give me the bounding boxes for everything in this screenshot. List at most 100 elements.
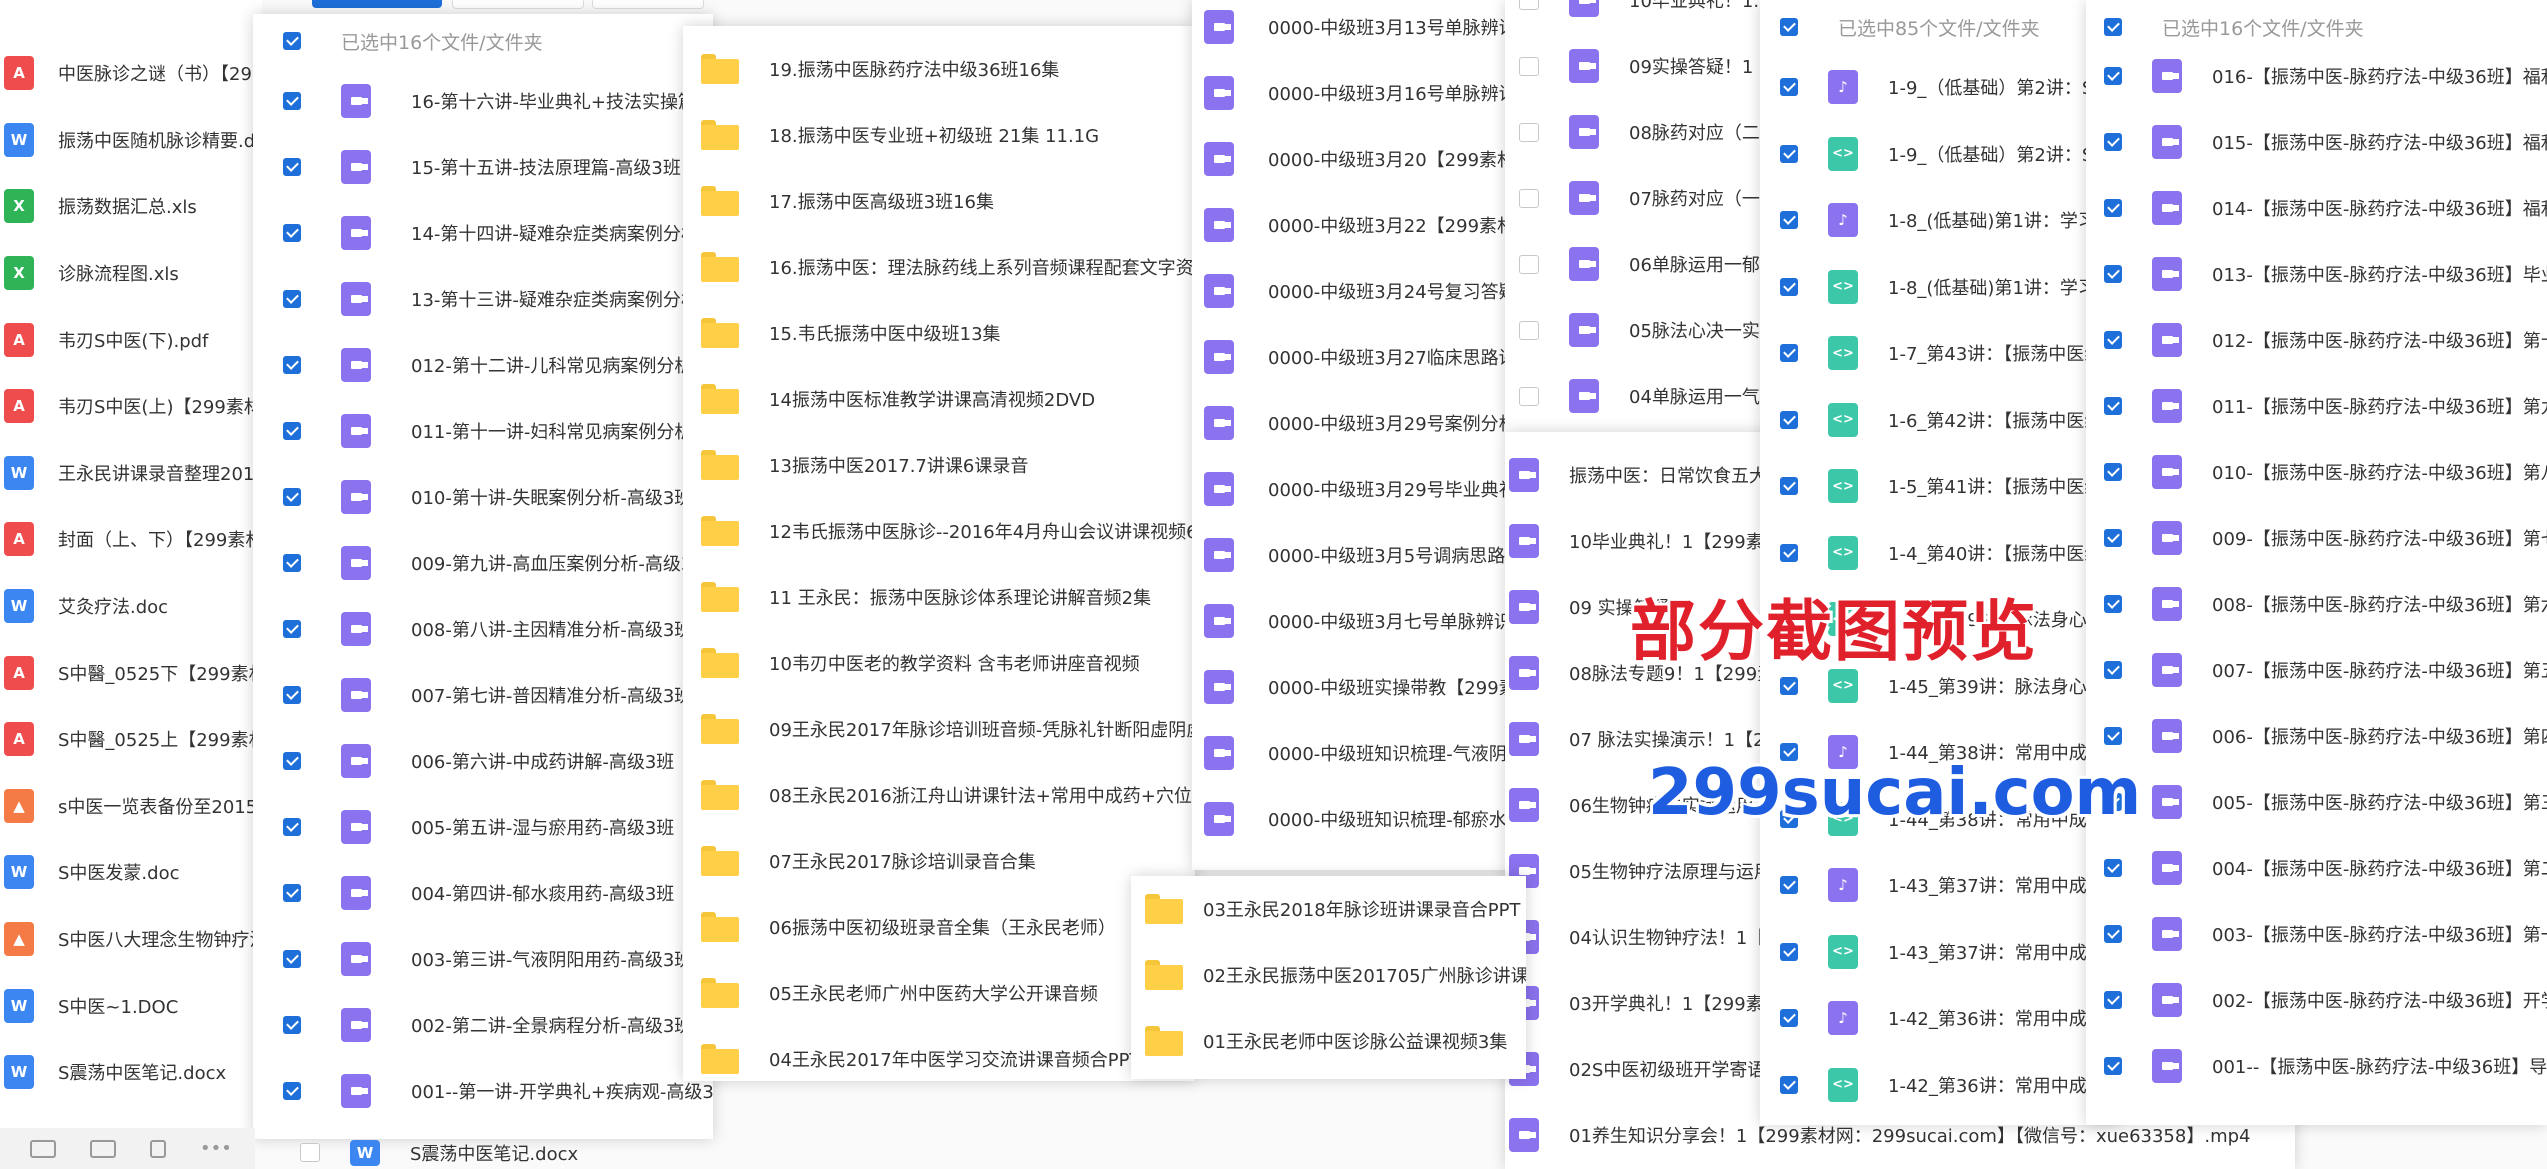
- list-item[interactable]: 07脉药对应（一）: [1505, 165, 1775, 231]
- list-item[interactable]: 07王永民2017脉诊培训录音合集: [683, 828, 1195, 894]
- row-checkbox[interactable]: [1780, 543, 1798, 562]
- list-item[interactable]: 15-第十五讲-技法原理篇-高级3班【299素材网】: [253, 134, 713, 200]
- list-item[interactable]: 11 王永民：振荡中医脉诊体系理论讲解音频2集: [683, 564, 1195, 630]
- row-checkbox[interactable]: [2104, 529, 2122, 547]
- row-checkbox[interactable]: [1780, 1009, 1798, 1028]
- toolbar-button[interactable]: [592, 0, 704, 9]
- row-checkbox[interactable]: [283, 290, 301, 308]
- list-item[interactable]: 006-【振荡中医-脉药疗法-中级36班】第四讲: [2086, 703, 2547, 769]
- row-checkbox[interactable]: [283, 224, 301, 242]
- list-item[interactable]: 014-【振荡中医-脉药疗法-中级36班】福利课: [2086, 175, 2547, 241]
- list-item[interactable]: A 韦刃S中医(下).pdf: [0, 306, 262, 373]
- list-item[interactable]: 02王永民振荡中医201705广州脉诊讲课: [1131, 942, 1526, 1008]
- list-item[interactable]: <>1-6_第42讲：【振荡中医线上课】: [1760, 387, 2120, 454]
- row-checkbox[interactable]: [283, 818, 301, 836]
- image-icon[interactable]: [90, 1139, 116, 1158]
- list-item[interactable]: 18.振荡中医专业班+初级班 21集 11.1G: [683, 102, 1195, 168]
- list-item[interactable]: 002-【振荡中医-脉药疗法-中级36班】开学典礼: [2086, 967, 2547, 1033]
- list-item[interactable]: 0000-中级班3月24号复习答疑【: [1192, 258, 1532, 324]
- list-item[interactable]: 007-【振荡中医-脉药疗法-中级36班】第五讲: [2086, 637, 2547, 703]
- list-item[interactable]: 003-【振荡中医-脉药疗法-中级36班】第一讲: [2086, 901, 2547, 967]
- row-checkbox[interactable]: [1780, 78, 1798, 97]
- list-item[interactable]: 016-【振荡中医-脉药疗法-中级36班】福利课: [2086, 43, 2547, 109]
- list-item[interactable]: <>1-4_第40讲：【振荡中医线上课】: [1760, 520, 2120, 587]
- list-item[interactable]: 13振荡中医2017.7讲课6课录音: [683, 432, 1195, 498]
- list-item[interactable]: 011-第十一讲-妇科常见病案例分析-高级3班: [253, 398, 713, 464]
- list-item[interactable]: <>1-9_（低基础）第2讲：S振荡中医: [1760, 121, 2120, 188]
- row-checkbox[interactable]: [1780, 477, 1798, 496]
- list-item[interactable]: 003-第三讲-气液阴阳用药-高级3班【299素材网】: [253, 926, 713, 992]
- row-checkbox[interactable]: [283, 884, 301, 902]
- list-item[interactable]: 05脉法心决一实脉: [1505, 297, 1775, 363]
- list-item[interactable]: W 艾灸疗法.doc: [0, 573, 262, 640]
- row-checkbox[interactable]: [1780, 676, 1798, 695]
- list-item[interactable]: 14-第十四讲-疑难杂症类病案例分析二-高级3班: [253, 200, 713, 266]
- row-checkbox[interactable]: [2104, 859, 2122, 877]
- list-item[interactable]: 013-【振荡中医-脉药疗法-中级36班】毕业典礼: [2086, 241, 2547, 307]
- row-checkbox[interactable]: [283, 1082, 301, 1100]
- list-item[interactable]: 004-【振荡中医-脉药疗法-中级36班】第二讲: [2086, 835, 2547, 901]
- list-item[interactable]: 16-第十六讲-毕业典礼+技法实操篇-高级3班: [253, 68, 713, 134]
- list-item[interactable]: 010-第十讲-失眠案例分析-高级3班【299素材网】: [253, 464, 713, 530]
- list-item[interactable]: 006-第六讲-中成药讲解-高级3班【公众号】: [253, 728, 713, 794]
- list-item[interactable]: 06单脉运用一郁瘀: [1505, 231, 1775, 297]
- row-checkbox[interactable]: [1519, 0, 1539, 10]
- row-checkbox[interactable]: [283, 488, 301, 506]
- row-checkbox[interactable]: [1780, 942, 1798, 961]
- row-checkbox[interactable]: [2104, 925, 2122, 943]
- list-item[interactable]: A 封面（上、下）【299素材网】: [0, 506, 262, 573]
- list-item[interactable]: 0000-中级班3月29号案例分析【: [1192, 390, 1532, 456]
- list-item[interactable]: 08王永民2016浙江舟山讲课针法+常用中成药+穴位讲解: [683, 762, 1195, 828]
- list-item[interactable]: 0000-中级班3月5号调病思路【: [1192, 522, 1532, 588]
- row-checkbox[interactable]: [283, 158, 301, 176]
- row-checkbox[interactable]: [1519, 254, 1539, 274]
- list-item[interactable]: 05王永民老师广州中医药大学公开课音频: [683, 960, 1195, 1026]
- row-checkbox[interactable]: [1519, 56, 1539, 76]
- row-checkbox[interactable]: [283, 752, 301, 770]
- row-checkbox[interactable]: [2104, 991, 2122, 1009]
- list-item[interactable]: 09王永民2017年脉诊培训班音频-凭脉礼针断阳虚阴虚: [683, 696, 1195, 762]
- more-icon[interactable]: •••: [200, 1138, 232, 1159]
- list-item[interactable]: 0000-中级班3月20【299素材网：: [1192, 126, 1532, 192]
- monitor-icon[interactable]: [30, 1139, 56, 1158]
- list-item[interactable]: A S中醫_0525下【299素材网】: [0, 639, 262, 706]
- list-item[interactable]: 008-【振荡中医-脉药疗法-中级36班】第六讲: [2086, 571, 2547, 637]
- toolbar-button-primary[interactable]: [312, 0, 442, 8]
- list-item[interactable]: 16.振荡中医：理法脉药线上系列音频课程配套文字资料: [683, 234, 1195, 300]
- row-checkbox[interactable]: [1519, 320, 1539, 340]
- list-item[interactable]: 10韦刃中医老的教学资料 含韦老师讲座音视频: [683, 630, 1195, 696]
- list-item[interactable]: 005-第五讲-湿与瘀用药-高级3班【299素材网】: [253, 794, 713, 860]
- row-checkbox[interactable]: [283, 950, 301, 968]
- list-item[interactable]: 15.韦氏振荡中医中级班13集: [683, 300, 1195, 366]
- row-checkbox[interactable]: [2104, 397, 2122, 415]
- row-checkbox[interactable]: [1519, 122, 1539, 142]
- list-item[interactable]: 04王永民2017年中医学习交流讲课音频合PPT: [683, 1026, 1195, 1081]
- list-item[interactable]: W 王永民讲课录音整理2015: [0, 440, 262, 507]
- row-checkbox[interactable]: [283, 554, 301, 572]
- row-checkbox[interactable]: [1519, 188, 1539, 208]
- select-all-checkbox[interactable]: [283, 32, 301, 50]
- list-item[interactable]: X 振荡数据汇总.xls: [0, 173, 262, 240]
- list-item[interactable]: 0000-中级班知识梳理-郁瘀水湿: [1192, 786, 1532, 852]
- list-item[interactable]: W S中医~1.DOC: [0, 972, 262, 1039]
- row-checkbox[interactable]: [2104, 661, 2122, 679]
- list-item[interactable]: 14振荡中医标准教学讲课高清视频2DVD: [683, 366, 1195, 432]
- list-item[interactable]: 0000-中级班3月七号单脉辨识-气: [1192, 588, 1532, 654]
- list-item[interactable]: A 中医脉诊之谜（书）【299素材网：299sucai.com】: [0, 40, 262, 107]
- list-item[interactable]: W S震荡中医笔记.docx: [0, 1039, 262, 1106]
- list-item[interactable]: 001--【振荡中医-脉药疗法-中级36班】导学: [2086, 1033, 2547, 1099]
- row-checkbox[interactable]: [2104, 595, 2122, 613]
- list-item[interactable]: A 韦刃S中医(上)【299素材网：299sucai.com】: [0, 373, 262, 440]
- list-item[interactable]: <>1-7_第43讲：【振荡中医线上课】: [1760, 320, 2120, 387]
- list-item[interactable]: A S中醫_0525上【299素材网】: [0, 706, 262, 773]
- list-item[interactable]: X 诊脉流程图.xls: [0, 240, 262, 307]
- row-checkbox[interactable]: [2104, 265, 2122, 283]
- list-item[interactable]: 010-【振荡中医-脉药疗法-中级36班】第八讲: [2086, 439, 2547, 505]
- list-item[interactable]: 002-第二讲-全景病程分析-高级3班【299素材网】: [253, 992, 713, 1058]
- list-item[interactable]: 0000-中级班实操带教【299素材: [1192, 654, 1532, 720]
- list-item[interactable]: ♪ 1-42_第36讲：常用中成药: [1760, 985, 2120, 1052]
- list-item[interactable]: 01王永民老师中医诊脉公益课视频3集: [1131, 1008, 1526, 1074]
- row-checkbox[interactable]: [283, 686, 301, 704]
- list-item[interactable]: 0000-中级班3月29号毕业典礼.m: [1192, 456, 1532, 522]
- list-item[interactable]: 10毕业典礼！1.mp4: [1505, 0, 1775, 33]
